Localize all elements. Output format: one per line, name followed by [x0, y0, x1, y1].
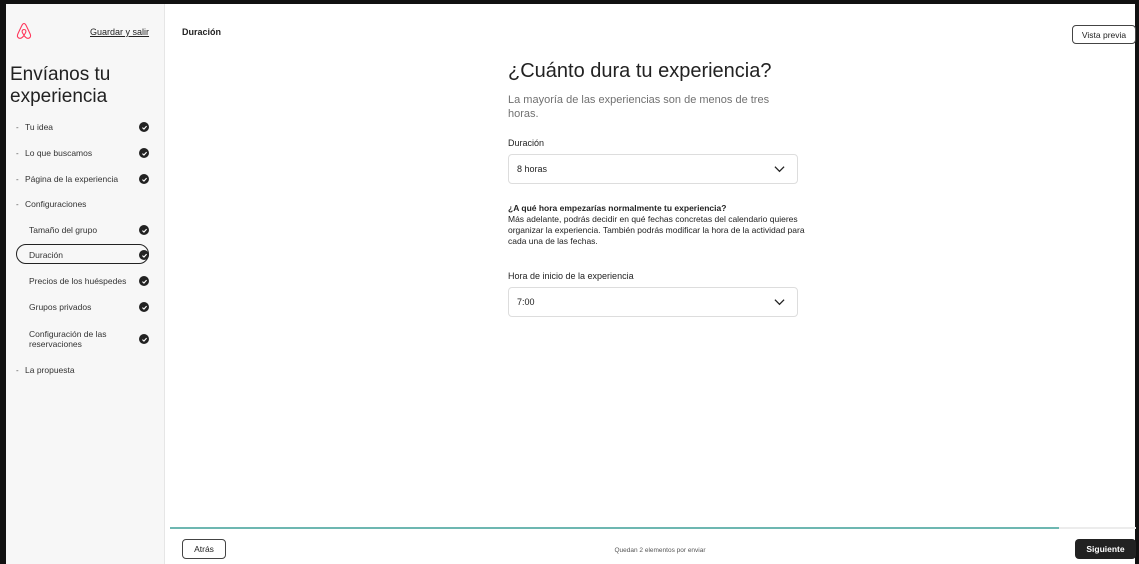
- save-and-exit-link[interactable]: Guardar y salir: [90, 27, 149, 37]
- sidebar: Guardar y salir Envíanos tu experiencia …: [6, 4, 165, 564]
- bullet: -: [16, 122, 19, 132]
- check-circle-icon: [139, 302, 149, 312]
- window-border-top: [0, 0, 1139, 4]
- chevron-down-icon: [774, 299, 785, 306]
- chevron-down-icon: [774, 166, 785, 173]
- sidebar-subitem-precios[interactable]: Precios de los huéspedes: [29, 276, 126, 286]
- sidebar-subitem-grupos-privados[interactable]: Grupos privados: [29, 302, 91, 312]
- progress-bar-fill: [170, 527, 1059, 529]
- check-circle-icon: [139, 148, 149, 158]
- question-subheading: La mayoría de las experiencias son de me…: [508, 94, 770, 120]
- bullet: -: [16, 365, 19, 375]
- sidebar-item-label: La propuesta: [25, 365, 75, 375]
- sidebar-item-label: Configuraciones: [25, 199, 87, 209]
- start-time-select[interactable]: 7:00: [508, 287, 798, 317]
- duration-select[interactable]: 8 horas: [508, 154, 798, 184]
- start-time-label: Hora de inicio de la experiencia: [508, 271, 634, 281]
- check-circle-icon: [139, 250, 149, 260]
- sidebar-item-tu-idea[interactable]: - Tu idea: [16, 120, 53, 134]
- duration-value: 8 horas: [517, 164, 548, 174]
- progress-bar: [170, 527, 1136, 529]
- start-time-question: ¿A qué hora empezarías normalmente tu ex…: [508, 203, 727, 213]
- sidebar-item-label: Tu idea: [25, 122, 54, 132]
- bullet: -: [16, 174, 19, 184]
- start-time-description: Más adelante, podrás decidir en qué fech…: [508, 214, 805, 246]
- check-circle-icon: [139, 225, 149, 235]
- next-button[interactable]: Siguiente: [1075, 539, 1136, 559]
- duration-label: Duración: [508, 138, 545, 148]
- question-heading: ¿Cuánto dura tu experiencia?: [508, 60, 772, 82]
- app-window: Guardar y salir Envíanos tu experiencia …: [0, 0, 1139, 564]
- check-circle-icon: [139, 122, 149, 132]
- preview-button[interactable]: Vista previa: [1072, 25, 1136, 44]
- bullet: -: [16, 199, 19, 209]
- bullet: -: [16, 148, 19, 158]
- check-circle-icon: [139, 334, 149, 344]
- sidebar-item-la-propuesta[interactable]: - La propuesta: [16, 363, 75, 377]
- sidebar-subitem-configuracion-reservaciones[interactable]: Configuración de las reservaciones: [29, 329, 129, 349]
- sidebar-item-lo-que-buscamos[interactable]: - Lo que buscamos: [16, 146, 92, 160]
- sidebar-title: Envíanos tu experiencia: [10, 64, 111, 107]
- sidebar-item-label: Lo que buscamos: [25, 148, 93, 158]
- sidebar-item-configuraciones[interactable]: - Configuraciones: [16, 197, 86, 211]
- page-title: Duración: [182, 27, 222, 37]
- back-button[interactable]: Atrás: [182, 539, 226, 559]
- check-circle-icon: [139, 174, 149, 184]
- sidebar-item-pagina-experiencia[interactable]: - Página de la experiencia: [16, 172, 118, 186]
- pending-items-text: Quedan 2 elementos por enviar: [614, 547, 706, 554]
- airbnb-logo-icon[interactable]: [16, 22, 32, 40]
- check-circle-icon: [139, 276, 149, 286]
- sidebar-subitem-tamano-grupo[interactable]: Tamaño del grupo: [29, 225, 97, 235]
- window-border-right: [1135, 0, 1139, 564]
- sidebar-subitem-duracion[interactable]: Duración: [29, 250, 63, 260]
- start-time-value: 7:00: [517, 297, 535, 307]
- sidebar-item-label: Página de la experiencia: [25, 174, 119, 184]
